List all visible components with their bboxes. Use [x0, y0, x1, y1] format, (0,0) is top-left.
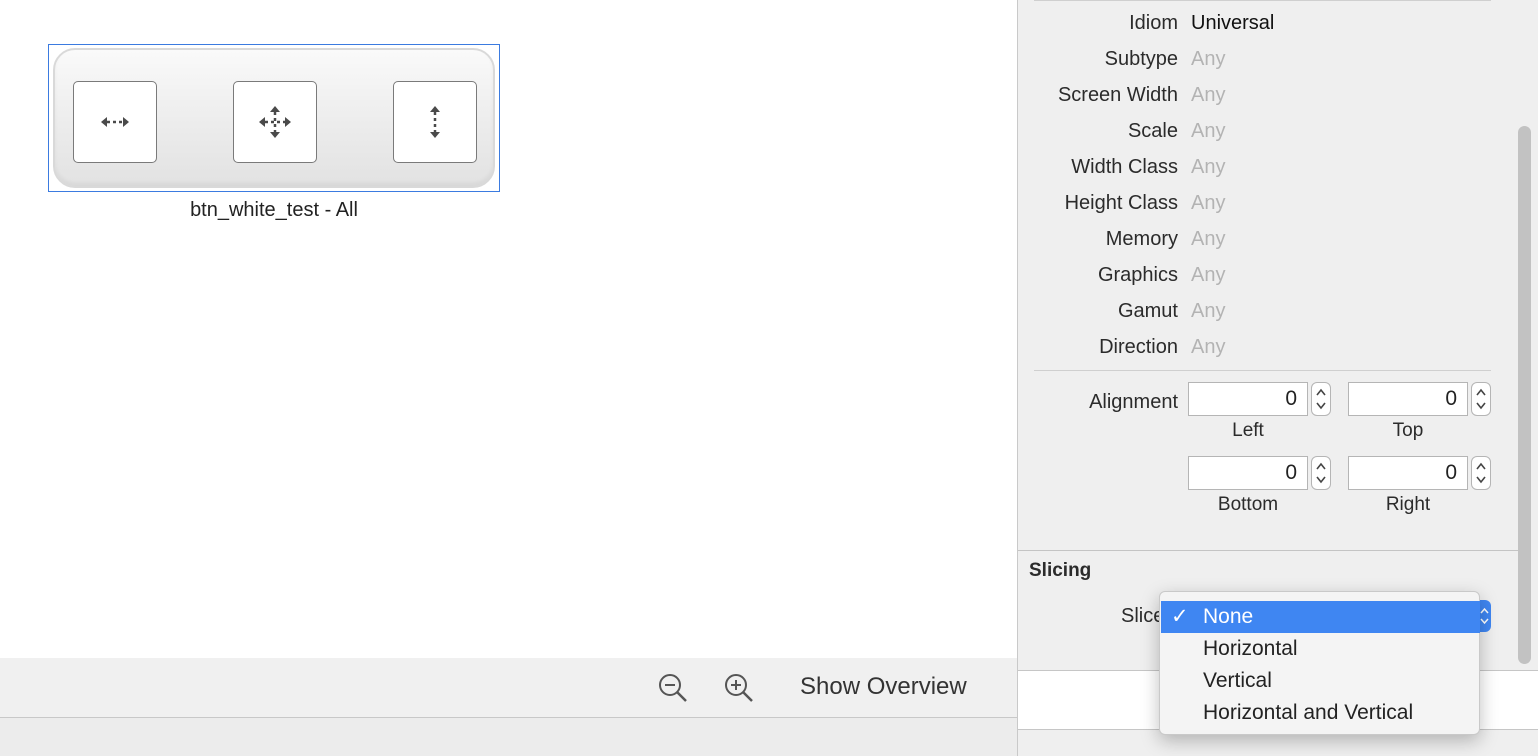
- alignment-bottom-caption: Bottom: [1217, 494, 1279, 515]
- slicing-section-title: Slicing: [1029, 560, 1092, 581]
- alignment-right-field[interactable]: 0: [1348, 456, 1468, 490]
- slices-label: Slice: [1121, 605, 1165, 627]
- top-divider: [1034, 0, 1491, 1]
- alignment-bottom-stepper[interactable]: [1311, 456, 1331, 490]
- stepper-arrows-icon: [1476, 462, 1486, 484]
- alignment-right-caption: Right: [1385, 494, 1431, 515]
- properties-divider: [1034, 370, 1491, 371]
- property-value[interactable]: Any: [1191, 120, 1225, 143]
- asset-image: [53, 48, 495, 188]
- vertical-resize-icon: [430, 106, 440, 138]
- alignment-left-stepper[interactable]: [1311, 382, 1331, 416]
- stepper-arrows-icon: [1316, 388, 1326, 410]
- property-label: Height Class: [1064, 192, 1178, 214]
- zoom-out-icon: [659, 674, 687, 702]
- slices-option-horizontal[interactable]: Horizontal: [1161, 633, 1480, 665]
- property-label: Graphics: [1097, 264, 1178, 286]
- slices-option-none[interactable]: ✓ None: [1161, 601, 1480, 633]
- property-value[interactable]: Any: [1191, 264, 1225, 287]
- checkmark-icon: ✓: [1171, 605, 1189, 628]
- property-label: Screen Width: [1057, 84, 1178, 106]
- asset-preview-selection[interactable]: [48, 44, 500, 192]
- slices-option-label: Horizontal and Vertical: [1203, 701, 1414, 724]
- zoom-in-icon: [725, 674, 753, 702]
- canvas-bottom-strip: [0, 718, 1017, 756]
- stepper-arrows-icon: [1316, 462, 1326, 484]
- horizontal-slice-button[interactable]: [73, 81, 157, 163]
- zoom-out-button[interactable]: [655, 670, 691, 706]
- slices-option-label: Vertical: [1203, 669, 1272, 692]
- slices-option-vertical[interactable]: Vertical: [1161, 665, 1480, 697]
- alignment-top-stepper[interactable]: [1471, 382, 1491, 416]
- vertical-slice-button[interactable]: [393, 81, 477, 163]
- horizontal-resize-icon: [101, 117, 129, 127]
- alignment-left-caption: Left: [1232, 420, 1264, 441]
- slices-popup-menu: ✓ None Horizontal Vertical Horizontal an…: [1159, 591, 1480, 735]
- property-label: Width Class: [1071, 156, 1178, 178]
- alignment-label: Alignment: [1089, 391, 1178, 413]
- alignment-left-field[interactable]: 0: [1188, 382, 1308, 416]
- property-value[interactable]: Any: [1191, 300, 1225, 323]
- alignment-top-field[interactable]: 0: [1348, 382, 1468, 416]
- property-label: Direction: [1099, 336, 1178, 358]
- alignment-top-caption: Top: [1392, 420, 1424, 441]
- property-value[interactable]: Any: [1191, 84, 1225, 107]
- property-value[interactable]: Any: [1191, 228, 1225, 251]
- asset-name-label: btn_white_test - All: [190, 199, 358, 221]
- stepper-arrows-icon: [1476, 388, 1486, 410]
- zoom-in-button[interactable]: [721, 670, 757, 706]
- property-value[interactable]: Any: [1191, 156, 1225, 179]
- horizontal-and-vertical-slice-button[interactable]: [233, 81, 317, 163]
- property-value[interactable]: Any: [1191, 336, 1225, 359]
- slicing-divider: [1018, 550, 1518, 551]
- property-label: Idiom: [1129, 12, 1178, 34]
- property-label: Scale: [1127, 120, 1178, 142]
- alignment-bottom-field[interactable]: 0: [1188, 456, 1308, 490]
- move-icon: [259, 106, 291, 138]
- canvas-bottom-toolbar: Show Overview: [0, 658, 1017, 718]
- property-label: Gamut: [1117, 300, 1178, 322]
- property-value[interactable]: Universal: [1191, 12, 1274, 35]
- inspector-scrollbar-thumb[interactable]: [1518, 126, 1531, 664]
- property-value[interactable]: Any: [1191, 48, 1225, 71]
- asset-canvas: btn_white_test - All: [0, 0, 1017, 658]
- slices-option-label: Horizontal: [1203, 637, 1298, 660]
- slices-option-horizontal-and-vertical[interactable]: Horizontal and Vertical: [1161, 697, 1480, 729]
- slices-option-label: None: [1203, 605, 1254, 628]
- property-label: Memory: [1105, 228, 1178, 250]
- alignment-right-stepper[interactable]: [1471, 456, 1491, 490]
- show-overview-button[interactable]: Show Overview: [800, 673, 967, 701]
- property-value[interactable]: Any: [1191, 192, 1225, 215]
- property-label: Subtype: [1104, 48, 1178, 70]
